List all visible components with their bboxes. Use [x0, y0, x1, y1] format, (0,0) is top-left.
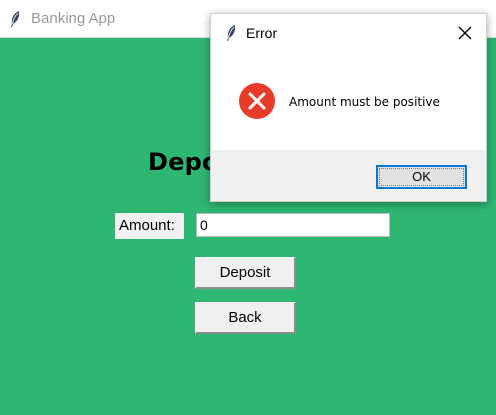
dialog-footer: OK: [211, 150, 486, 201]
close-icon[interactable]: [454, 22, 476, 44]
page-heading: Depo: [148, 148, 219, 176]
dialog-body: Amount must be positive: [211, 50, 486, 150]
amount-label: Amount:: [115, 213, 184, 239]
amount-input[interactable]: 0: [196, 213, 390, 237]
deposit-button[interactable]: Deposit: [195, 257, 296, 289]
feather-icon: [11, 11, 20, 27]
dialog-title: Error: [246, 25, 278, 41]
error-dialog: Error Amount must be positive OK: [210, 13, 487, 202]
dialog-message: Amount must be positive: [289, 95, 440, 109]
feather-icon: [227, 25, 236, 41]
dialog-titlebar: Error: [211, 14, 486, 50]
ok-focus-ring: [379, 168, 464, 186]
ok-button[interactable]: OK: [376, 165, 467, 189]
error-icon: [239, 83, 275, 119]
window-title: Banking App: [31, 10, 116, 27]
back-button[interactable]: Back: [195, 302, 296, 334]
